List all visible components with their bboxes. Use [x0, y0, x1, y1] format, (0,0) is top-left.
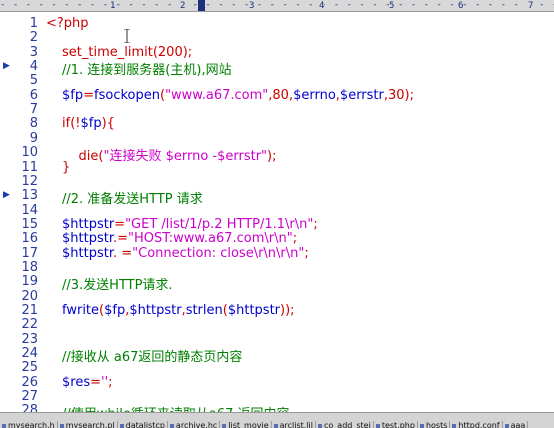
bookmark-arrow-icon[interactable]: ▶	[3, 190, 10, 200]
line-number: 27	[21, 389, 38, 405]
ruler-cursor	[198, 0, 205, 11]
code-token: $httpstr	[129, 303, 182, 318]
line-number: 23	[21, 331, 38, 347]
code-token: //接收从 a67返回的静态页内容	[62, 350, 243, 366]
line-number: 13	[21, 188, 38, 204]
code-line: $httpstr="GET /list/1/p.2 HTTP/1.1\r\n";	[62, 217, 318, 232]
code-line: //3.发送HTTP请求.	[62, 274, 173, 293]
line-number: 25	[21, 360, 38, 376]
code-token: "Connection: close\r\n\r\n"	[132, 245, 305, 261]
code-token: (200);	[152, 44, 193, 60]
code-token: "GET /list/1/p.2 HTTP/1.1\r\n"	[125, 216, 314, 232]
code-token: ,30);	[383, 87, 415, 103]
code-token: ;	[292, 231, 298, 247]
line-number: 1	[29, 16, 38, 31]
code-token: //1. 连接到服务器(主机),网站	[62, 63, 232, 79]
line-number: 19	[21, 274, 38, 290]
code-token: $httpstr	[227, 303, 281, 318]
line-number: 8	[29, 116, 38, 132]
code-token: ;	[313, 216, 318, 232]
line-number: 26	[21, 374, 38, 390]
ruler-tick: 2	[180, 1, 186, 11]
code-token: }	[62, 159, 71, 175]
line-number: 21	[21, 303, 38, 318]
code-line: <?php	[46, 16, 89, 31]
code-token: $fp	[104, 303, 126, 318]
code-token: fsockopen	[94, 87, 160, 103]
code-line: $httpstr.="HOST:www.a67.com\r\n";	[62, 231, 297, 246]
code-token: . =	[112, 245, 133, 261]
code-line: //2. 准备发送HTTP 请求	[62, 188, 203, 207]
line-number: 12	[21, 173, 38, 189]
code-token: //3.发送HTTP请求.	[62, 278, 173, 294]
ruler-tick: 3	[249, 1, 255, 11]
code-token: if(!	[62, 116, 81, 132]
ruler-tick: 1	[110, 1, 116, 11]
line-number: 5	[29, 73, 38, 89]
code-token: ));	[280, 303, 295, 318]
code-token: $httpstr	[62, 216, 115, 232]
code-line: fwrite($fp,$httpstr,strlen($httpstr));	[62, 303, 295, 318]
line-number: 16	[21, 231, 38, 247]
line-number: 10	[21, 145, 38, 161]
line-number: 15	[21, 216, 38, 232]
code-token: $errstr	[339, 87, 384, 103]
code-line: }	[62, 160, 70, 175]
line-number: 4	[29, 59, 38, 75]
column-ruler: - - - - - - - - - - - - - - - - - - - - …	[0, 0, 554, 12]
code-line: if(!$fp){	[62, 116, 115, 131]
code-token: .=	[112, 231, 129, 247]
code-token: $fp	[62, 87, 84, 103]
ruler-tick: 5	[389, 1, 395, 11]
code-token: ){	[101, 116, 115, 132]
code-line: //接收从 a67返回的静态页内容	[62, 346, 242, 365]
code-token: ;	[108, 374, 113, 390]
code-token: );	[267, 149, 277, 165]
code-line: set_time_limit(200);	[62, 45, 192, 60]
bookmark-arrow-icon[interactable]: ▶	[3, 61, 10, 71]
code-token: fwrite	[62, 303, 100, 318]
ruler-tick: 6	[458, 1, 464, 11]
code-token: ;	[304, 245, 309, 261]
line-number: 11	[21, 159, 38, 175]
ruler-tick: 4	[319, 1, 325, 11]
code-token: "HOST:www.a67.com\r\n"	[128, 231, 293, 247]
code-line: $fp=fsockopen("www.a67.com",80,$errno,$e…	[62, 88, 414, 103]
line-number: 6	[29, 87, 38, 103]
code-line: //1. 连接到服务器(主机),网站	[62, 59, 232, 78]
code-line: $httpstr. ="Connection: close\r\n\r\n";	[62, 246, 309, 261]
line-number: 18	[21, 259, 38, 275]
text-cursor-icon	[124, 29, 130, 43]
line-number: 24	[21, 346, 38, 362]
code-token: <?php	[46, 16, 89, 31]
ruler-dashes: - - - - - - - - - - - - - - - - - - - - …	[0, 0, 554, 10]
code-token: $errno	[293, 87, 336, 103]
code-token: set_time_limit	[62, 44, 153, 60]
code-line: $res='';	[62, 375, 113, 390]
code-editor[interactable]: 1 <?php 2 3 set_time_limit(200); 4 //1. 连接到服务器…	[0, 12, 554, 422]
code-token: $httpstr	[62, 231, 113, 247]
ruler-tick: 7	[528, 1, 534, 11]
line-number: 22	[21, 317, 38, 333]
line-number: 7	[29, 102, 38, 118]
code-token: =	[90, 374, 102, 390]
line-number: 9	[29, 130, 38, 146]
code-token: =	[114, 216, 126, 232]
code-token: //2. 准备发送HTTP 请求	[62, 192, 203, 208]
code-token: ,80,	[268, 87, 294, 103]
code-line: die("连接失败 $errno -$errstr");	[62, 145, 277, 165]
code-token: "连接失败 $errno -$errstr"	[103, 149, 268, 165]
line-number: 2	[29, 30, 38, 46]
file-tab-bar: mysearch.h mysearch.pl datalistcp archive.h…	[0, 412, 554, 428]
line-number: 20	[21, 288, 38, 304]
code-token: "www.a67.com"	[165, 87, 269, 103]
code-token: $fp	[80, 116, 102, 132]
line-number: 3	[29, 44, 38, 60]
line-number: 14	[21, 202, 38, 218]
code-token: strlen	[185, 303, 223, 318]
code-token: =	[83, 87, 95, 103]
code-token: $httpstr	[62, 245, 113, 261]
code-token: $res	[62, 374, 91, 390]
line-number: 17	[21, 245, 38, 261]
